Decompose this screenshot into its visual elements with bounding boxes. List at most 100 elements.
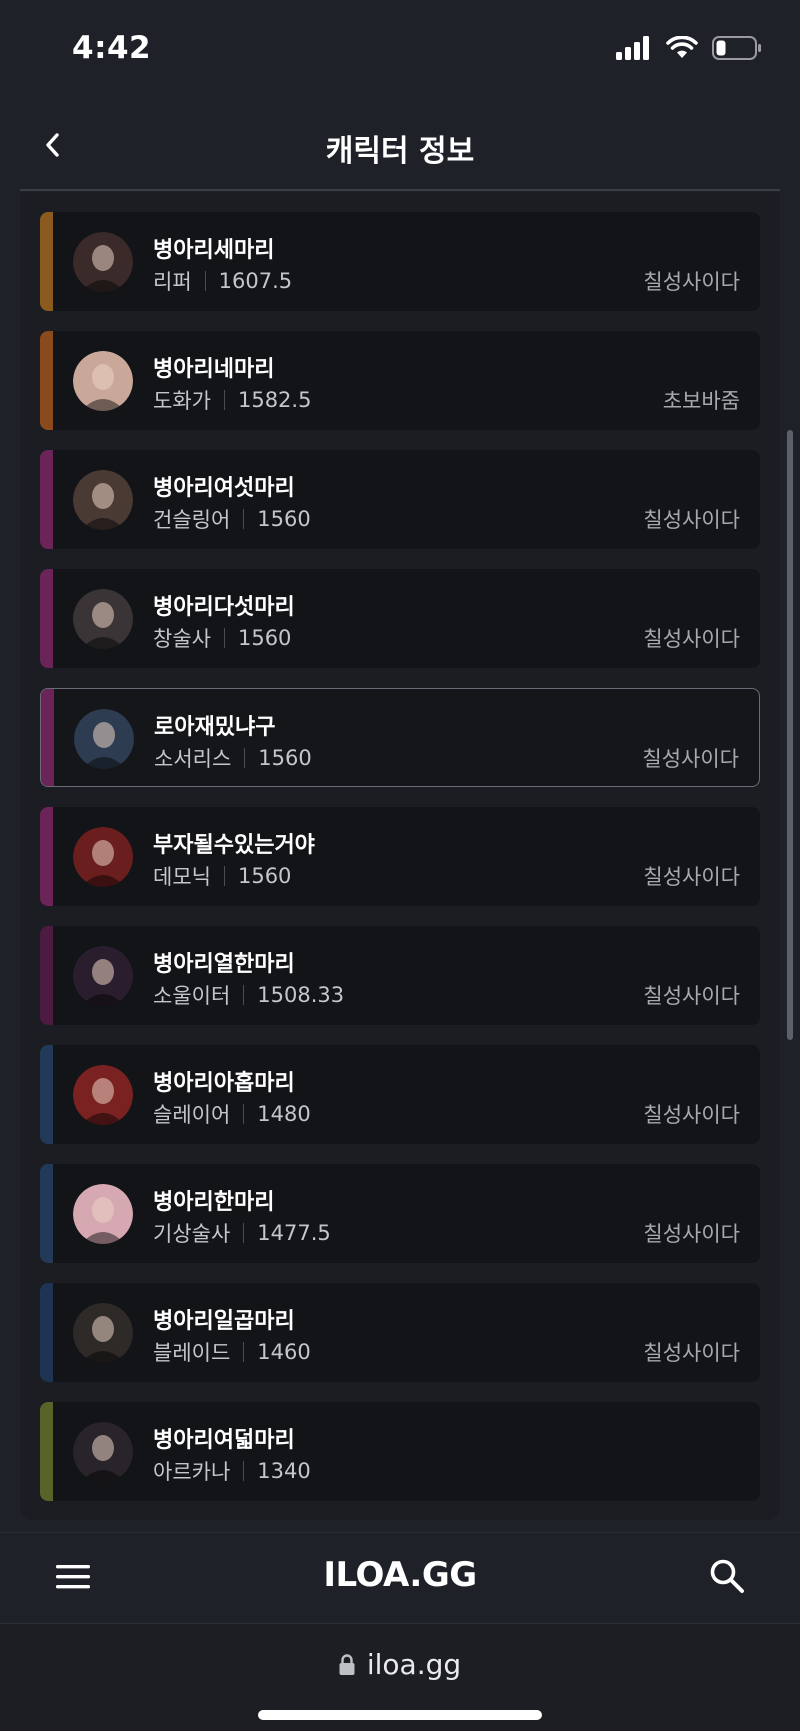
meta-divider bbox=[223, 866, 225, 886]
character-avatar bbox=[73, 232, 133, 292]
character-class: 창술사 bbox=[153, 627, 211, 651]
class-accent-bar bbox=[40, 926, 53, 1025]
character-meta: 아르카나 1340 bbox=[153, 1456, 311, 1486]
page-header: 캐릭터 정보 bbox=[0, 100, 800, 191]
character-meta: 슬레이어 1480 bbox=[153, 1099, 311, 1129]
class-accent-bar bbox=[41, 689, 54, 786]
class-accent-bar bbox=[40, 569, 53, 668]
class-accent-bar bbox=[40, 1402, 53, 1501]
character-meta: 건슬링어 1560 bbox=[153, 504, 311, 534]
lock-icon bbox=[339, 1653, 355, 1675]
character-meta: 소서리스 1560 bbox=[154, 743, 312, 773]
item-level: 1480 bbox=[257, 1102, 311, 1126]
meta-divider bbox=[244, 748, 246, 768]
character-name: 병아리세마리 bbox=[153, 238, 275, 263]
character-name: 병아리아홉마리 bbox=[153, 1071, 295, 1096]
guild-name: 칠성사이다 bbox=[643, 270, 740, 294]
character-name: 병아리열한마리 bbox=[153, 952, 295, 977]
character-class: 도화가 bbox=[153, 389, 211, 413]
battery-icon bbox=[712, 36, 761, 60]
class-accent-bar bbox=[40, 212, 53, 311]
character-class: 블레이드 bbox=[153, 1341, 231, 1365]
character-list: 병아리세마리 리퍼 1607.5 칠성사이다 병아리네마리 도화가 1582.5 초보바줌 병아… bbox=[40, 212, 760, 1521]
header-divider bbox=[20, 189, 780, 191]
character-meta: 블레이드 1460 bbox=[153, 1337, 311, 1367]
character-class: 소서리스 bbox=[154, 747, 232, 771]
site-logo[interactable]: ILOA.GG bbox=[0, 1555, 800, 1595]
character-name: 병아리여덟마리 bbox=[153, 1428, 295, 1453]
guild-name: 칠성사이다 bbox=[642, 747, 739, 771]
character-avatar bbox=[73, 946, 133, 1006]
character-card[interactable]: 병아리네마리도화가 1582.5 초보바줌 bbox=[40, 331, 760, 430]
class-accent-bar bbox=[40, 1045, 53, 1144]
meta-divider bbox=[243, 985, 245, 1005]
character-meta: 리퍼 1607.5 bbox=[153, 266, 292, 296]
item-level: 1477.5 bbox=[257, 1221, 331, 1245]
item-level: 1607.5 bbox=[218, 269, 293, 293]
character-card[interactable]: 병아리여섯마리건슬링어 1560 칠성사이다 bbox=[40, 450, 760, 549]
item-level: 1560 bbox=[258, 746, 312, 770]
character-card[interactable]: 병아리한마리 기상술사 1477.5 칠성사이다 bbox=[40, 1164, 760, 1263]
guild-name: 칠성사이다 bbox=[643, 1222, 740, 1246]
item-level: 1560 bbox=[257, 507, 311, 531]
character-card[interactable]: 병아리일곱마리 블레이드 1460 칠성사이다 bbox=[40, 1283, 760, 1382]
character-class: 소울이터 bbox=[153, 984, 231, 1008]
meta-divider bbox=[223, 390, 225, 410]
character-avatar bbox=[73, 1303, 133, 1363]
character-meta: 도화가 1582.5 bbox=[153, 385, 311, 415]
item-level: 1508.33 bbox=[257, 983, 345, 1007]
character-class: 리퍼 bbox=[153, 270, 192, 294]
character-card[interactable]: 병아리다섯마리창술사 1560 칠성사이다 bbox=[40, 569, 760, 668]
character-avatar bbox=[73, 827, 133, 887]
guild-name: 칠성사이다 bbox=[643, 627, 740, 651]
character-class: 데모닉 bbox=[153, 865, 211, 889]
item-level: 1560 bbox=[237, 864, 292, 888]
wifi-icon bbox=[666, 36, 698, 58]
meta-divider bbox=[243, 509, 245, 529]
url-text: iloa.gg bbox=[366, 1648, 462, 1681]
class-accent-bar bbox=[40, 807, 53, 906]
character-card[interactable]: 부자될수있는거야 데모닉 1560 칠성사이다 bbox=[40, 807, 760, 906]
character-class: 건슬링어 bbox=[153, 508, 231, 532]
character-name: 로아재밌냐구 bbox=[154, 715, 276, 740]
item-level: 1582.5 bbox=[237, 388, 312, 412]
character-avatar bbox=[73, 1422, 133, 1482]
meta-divider bbox=[243, 1342, 245, 1362]
meta-divider bbox=[223, 628, 225, 648]
character-name: 병아리일곱마리 bbox=[153, 1309, 295, 1334]
guild-name: 칠성사이다 bbox=[643, 508, 740, 532]
guild-name: 칠성사이다 bbox=[643, 1103, 740, 1127]
character-card[interactable]: 병아리여덟마리아르카나 1340 bbox=[40, 1402, 760, 1501]
character-name: 병아리다섯마리 bbox=[153, 595, 295, 620]
character-avatar bbox=[73, 470, 133, 530]
meta-divider bbox=[243, 1461, 245, 1481]
character-name: 병아리네마리 bbox=[153, 357, 275, 382]
character-avatar bbox=[73, 589, 133, 649]
class-accent-bar bbox=[40, 1164, 53, 1263]
character-meta: 소울이터 1508.33 bbox=[153, 980, 344, 1010]
url-field[interactable]: iloa.gg bbox=[0, 1648, 800, 1681]
home-indicator bbox=[258, 1710, 542, 1720]
browser-url-bar: iloa.gg bbox=[0, 1623, 800, 1731]
character-avatar bbox=[73, 351, 133, 411]
character-card[interactable]: 로아재밌냐구소서리스 1560 칠성사이다 bbox=[40, 688, 760, 787]
bottom-nav: ILOA.GG bbox=[0, 1532, 800, 1622]
guild-name: 칠성사이다 bbox=[643, 984, 740, 1008]
character-meta: 데모닉 1560 bbox=[153, 861, 291, 891]
item-level: 1340 bbox=[257, 1459, 311, 1483]
search-button[interactable] bbox=[708, 1557, 746, 1595]
class-accent-bar bbox=[40, 1283, 53, 1382]
scrollbar[interactable] bbox=[787, 430, 793, 1040]
character-card[interactable]: 병아리세마리리퍼 1607.5 칠성사이다 bbox=[40, 212, 760, 311]
character-name: 병아리여섯마리 bbox=[153, 476, 295, 501]
meta-divider bbox=[243, 1104, 245, 1124]
status-time: 4:42 bbox=[72, 30, 152, 66]
guild-name: 칠성사이다 bbox=[643, 865, 740, 889]
item-level: 1460 bbox=[257, 1340, 311, 1364]
guild-name: 초보바줌 bbox=[662, 389, 740, 413]
character-card[interactable]: 병아리아홉마리슬레이어 1480 칠성사이다 bbox=[40, 1045, 760, 1144]
character-card[interactable]: 병아리열한마리소울이터 1508.33 칠성사이다 bbox=[40, 926, 760, 1025]
item-level: 1560 bbox=[237, 626, 292, 650]
character-class: 슬레이어 bbox=[153, 1103, 231, 1127]
search-icon bbox=[710, 1559, 744, 1593]
